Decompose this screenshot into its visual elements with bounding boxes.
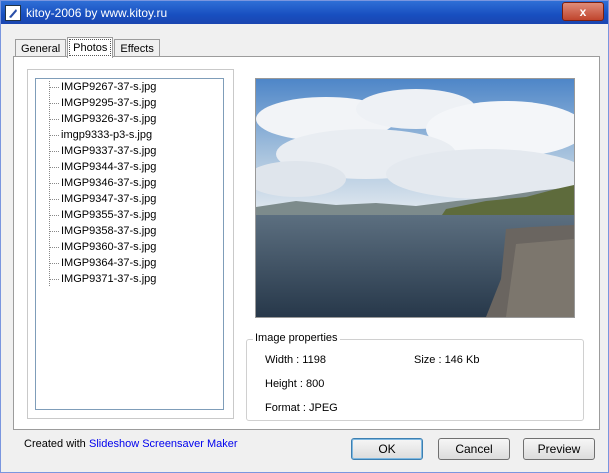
image-properties-legend: Image properties bbox=[253, 332, 340, 344]
created-with-label: Created with bbox=[24, 438, 86, 450]
app-icon bbox=[5, 4, 21, 21]
list-item[interactable]: IMGP9371-37-s.jpg bbox=[36, 271, 223, 287]
image-size: Size : 146 Kb bbox=[414, 354, 480, 366]
tab-photos[interactable]: Photos bbox=[67, 37, 114, 58]
preview-button[interactable]: Preview bbox=[523, 438, 595, 460]
title-bar[interactable]: kitoy-2006 by www.kitoy.ru x bbox=[1, 1, 608, 24]
list-item[interactable]: IMGP9358-37-s.jpg bbox=[36, 223, 223, 239]
window-title: kitoy-2006 by www.kitoy.ru bbox=[26, 5, 168, 20]
image-properties-group: Image properties Width : 1198 Size : 146… bbox=[246, 332, 584, 421]
photos-tab-panel: IMGP9267-37-s.jpg IMGP9295-37-s.jpg IMGP… bbox=[13, 56, 600, 430]
list-item[interactable]: IMGP9364-37-s.jpg bbox=[36, 255, 223, 271]
cancel-button[interactable]: Cancel bbox=[438, 438, 510, 460]
close-button[interactable]: x bbox=[562, 2, 604, 21]
list-item[interactable]: IMGP9295-37-s.jpg bbox=[36, 95, 223, 111]
list-item[interactable]: IMGP9355-37-s.jpg bbox=[36, 207, 223, 223]
slideshow-maker-link[interactable]: Slideshow Screensaver Maker bbox=[89, 438, 238, 450]
ok-button[interactable]: OK bbox=[351, 438, 423, 460]
close-icon: x bbox=[579, 4, 587, 19]
list-item[interactable]: IMGP9360-37-s.jpg bbox=[36, 239, 223, 255]
list-item[interactable]: IMGP9344-37-s.jpg bbox=[36, 159, 223, 175]
photo-preview bbox=[255, 78, 575, 318]
list-item[interactable]: IMGP9267-37-s.jpg bbox=[36, 79, 223, 95]
app-window: kitoy-2006 by www.kitoy.ru x General Pho… bbox=[0, 0, 609, 473]
list-item[interactable]: IMGP9326-37-s.jpg bbox=[36, 111, 223, 127]
list-item[interactable]: IMGP9347-37-s.jpg bbox=[36, 191, 223, 207]
image-width: Width : 1198 bbox=[265, 354, 326, 366]
image-format: Format : JPEG bbox=[265, 402, 338, 414]
list-item[interactable]: IMGP9337-37-s.jpg bbox=[36, 143, 223, 159]
image-height: Height : 800 bbox=[265, 378, 325, 390]
photo-listbox[interactable]: IMGP9267-37-s.jpg IMGP9295-37-s.jpg IMGP… bbox=[35, 78, 224, 410]
list-item[interactable]: IMGP9346-37-s.jpg bbox=[36, 175, 223, 191]
list-item[interactable]: imgp9333-p3-s.jpg bbox=[36, 127, 223, 143]
photo-list-group: IMGP9267-37-s.jpg IMGP9295-37-s.jpg IMGP… bbox=[27, 69, 234, 419]
tab-strip: General Photos Effects bbox=[15, 37, 161, 58]
